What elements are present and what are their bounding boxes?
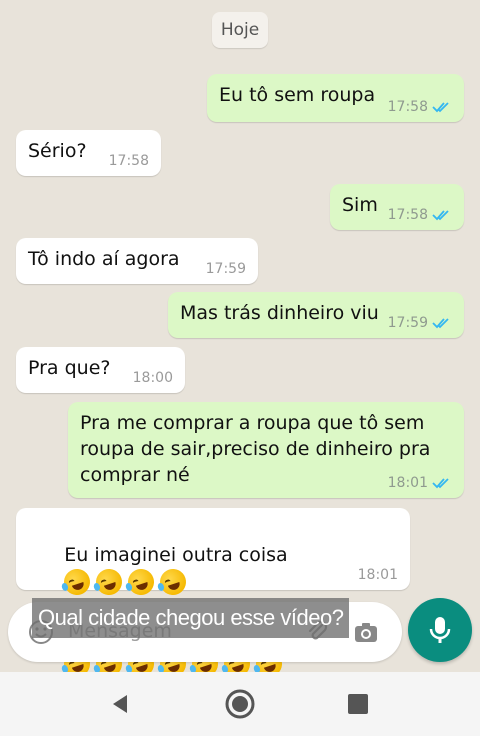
message-meta: 17:58 [109, 153, 149, 169]
message-meta: 18:01 [388, 475, 452, 491]
message-bubble-incoming[interactable]: Tô indo aí agora 17:59 [16, 238, 258, 284]
rofl-emoji-icon [60, 565, 94, 598]
message-bubble-outgoing[interactable]: Sim 17:58 [330, 184, 464, 230]
message-meta: 17:58 [388, 99, 452, 115]
message-bubble-incoming[interactable]: Pra que? 18:00 [16, 347, 185, 393]
rofl-emoji-icon [92, 565, 126, 598]
message-meta: 17:58 [388, 207, 452, 223]
video-caption-overlay: Qual cidade chegou esse vídeo? [32, 598, 350, 638]
system-navigation-bar [0, 672, 480, 736]
message-meta: 18:00 [133, 370, 173, 386]
message-text: Eu tô sem roupa [219, 84, 376, 106]
rofl-emoji-icon [156, 565, 190, 598]
message-time: 17:59 [205, 261, 246, 277]
message-text: Mas trás dinheiro viu [180, 302, 379, 324]
read-ticks-icon [432, 102, 449, 113]
message-time: 17:58 [387, 207, 428, 223]
message-bubble-outgoing[interactable]: Mas trás dinheiro viu 17:59 [168, 292, 464, 338]
message-meta: 18:01 [358, 567, 398, 583]
rofl-emoji-icon [124, 565, 158, 598]
date-chip: Hoje [212, 12, 268, 48]
home-circle-icon[interactable] [224, 688, 256, 720]
mic-button[interactable] [408, 598, 472, 662]
camera-icon[interactable] [352, 618, 380, 646]
message-time: 17:58 [387, 99, 428, 115]
read-ticks-icon [432, 318, 449, 329]
message-text: Tô indo aí agora [28, 248, 180, 270]
message-meta: 17:59 [206, 261, 246, 277]
message-bubble-outgoing[interactable]: Eu tô sem roupa 17:58 [207, 74, 464, 122]
message-time: 18:00 [132, 370, 173, 386]
back-triangle-icon[interactable] [108, 692, 132, 716]
message-text: Pra que? [28, 357, 111, 379]
message-time: 17:59 [387, 315, 428, 331]
mic-icon [429, 617, 451, 643]
recents-square-icon[interactable] [348, 694, 368, 714]
message-time: 18:01 [387, 475, 428, 491]
message-time: 18:01 [357, 567, 398, 583]
message-text: Sim [342, 194, 378, 216]
message-time: 17:58 [108, 153, 149, 169]
message-bubble-outgoing[interactable]: Pra me comprar a roupa que tô sem roupa … [68, 402, 464, 498]
message-meta: 17:59 [388, 315, 452, 331]
read-ticks-icon [432, 478, 449, 489]
message-bubble-incoming[interactable]: Sério? 17:58 [16, 130, 161, 176]
message-text: Sério? [28, 140, 87, 162]
chat-area: Hoje Eu tô sem roupa 17:58 Sério? 17:58 … [0, 0, 480, 681]
message-text: Eu imaginei outra coisa [64, 544, 288, 566]
message-bubble-incoming[interactable]: Eu imaginei outra coisa 18:01 [16, 508, 410, 681]
read-ticks-icon [432, 210, 449, 221]
